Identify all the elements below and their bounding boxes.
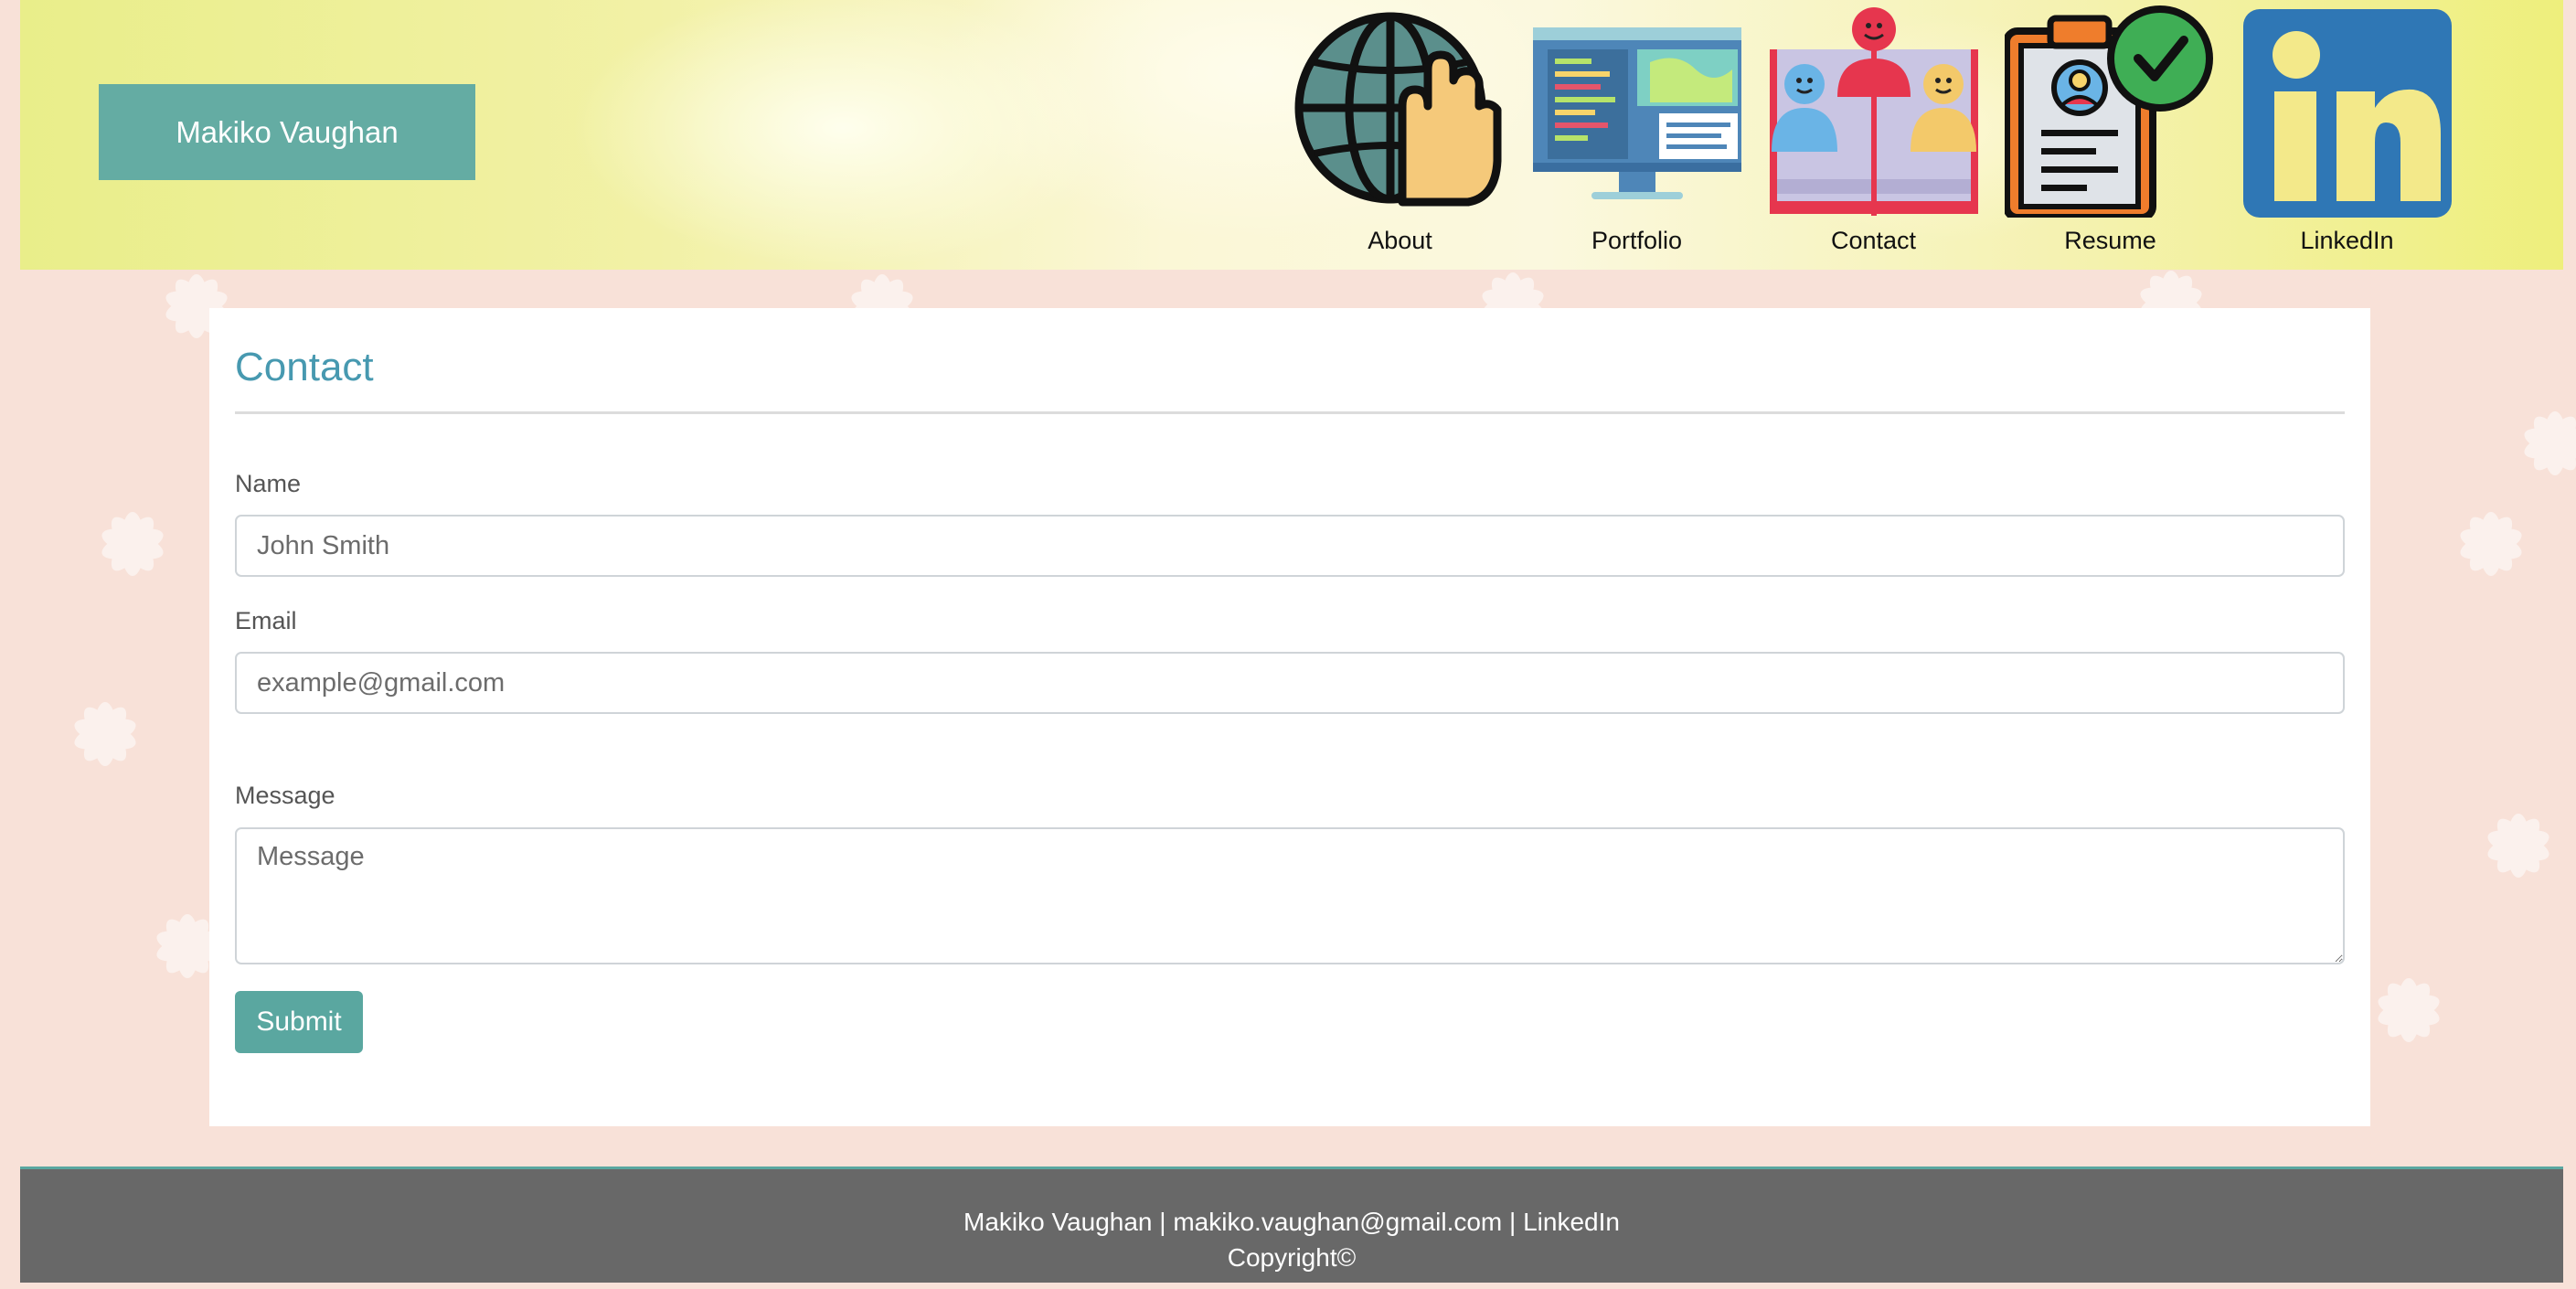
footer-email-link[interactable]: makiko.vaughan@gmail.com	[1173, 1208, 1502, 1236]
people-book-icon	[1769, 7, 1978, 216]
email-input[interactable]	[235, 652, 2345, 714]
nav-item-label: About	[1368, 227, 1432, 254]
brand-button[interactable]: Makiko Vaughan	[99, 84, 475, 180]
nav-item-label: Portfolio	[1591, 227, 1683, 254]
nav-item-resume[interactable]: Resume	[1992, 5, 2229, 255]
submit-button[interactable]: Submit	[235, 991, 363, 1053]
message-label: Message	[235, 782, 335, 809]
linkedin-icon	[2242, 9, 2452, 218]
message-textarea[interactable]	[235, 827, 2345, 964]
footer-linkedin-link[interactable]: LinkedIn	[1523, 1208, 1620, 1236]
clipboard-check-icon	[2004, 5, 2213, 218]
name-input[interactable]	[235, 515, 2345, 577]
page-title: Contact	[235, 345, 374, 389]
footer-name: Makiko Vaughan	[963, 1208, 1153, 1236]
monitor-code-icon	[1532, 27, 1741, 199]
nav-item-linkedin[interactable]: LinkedIn	[2229, 5, 2465, 255]
footer-separator: |	[1502, 1208, 1524, 1236]
nav-item-about[interactable]: About	[1282, 5, 1518, 255]
email-label: Email	[235, 607, 297, 634]
nav-item-label: Contact	[1830, 227, 1917, 254]
site-header: Makiko Vaughan About Portfolio Contact R…	[20, 0, 2563, 270]
contact-card: Contact Name Email Message Submit	[209, 308, 2370, 1126]
main-nav: About Portfolio Contact Resume LinkedIn	[1282, 5, 2465, 255]
globe-hand-icon	[1294, 12, 1501, 207]
footer-separator: |	[1152, 1208, 1174, 1236]
footer-contact-line: Makiko Vaughan | makiko.vaughan@gmail.co…	[20, 1208, 2563, 1237]
nav-item-portfolio[interactable]: Portfolio	[1518, 5, 1755, 255]
footer-copyright: Copyright©	[1227, 1243, 1357, 1272]
nav-item-contact[interactable]: Contact	[1755, 5, 1992, 255]
name-label: Name	[235, 470, 302, 497]
title-divider	[235, 411, 2345, 414]
nav-item-label: LinkedIn	[2300, 227, 2394, 254]
nav-item-label: Resume	[2064, 227, 2156, 254]
site-footer: Makiko Vaughan | makiko.vaughan@gmail.co…	[20, 1166, 2563, 1283]
